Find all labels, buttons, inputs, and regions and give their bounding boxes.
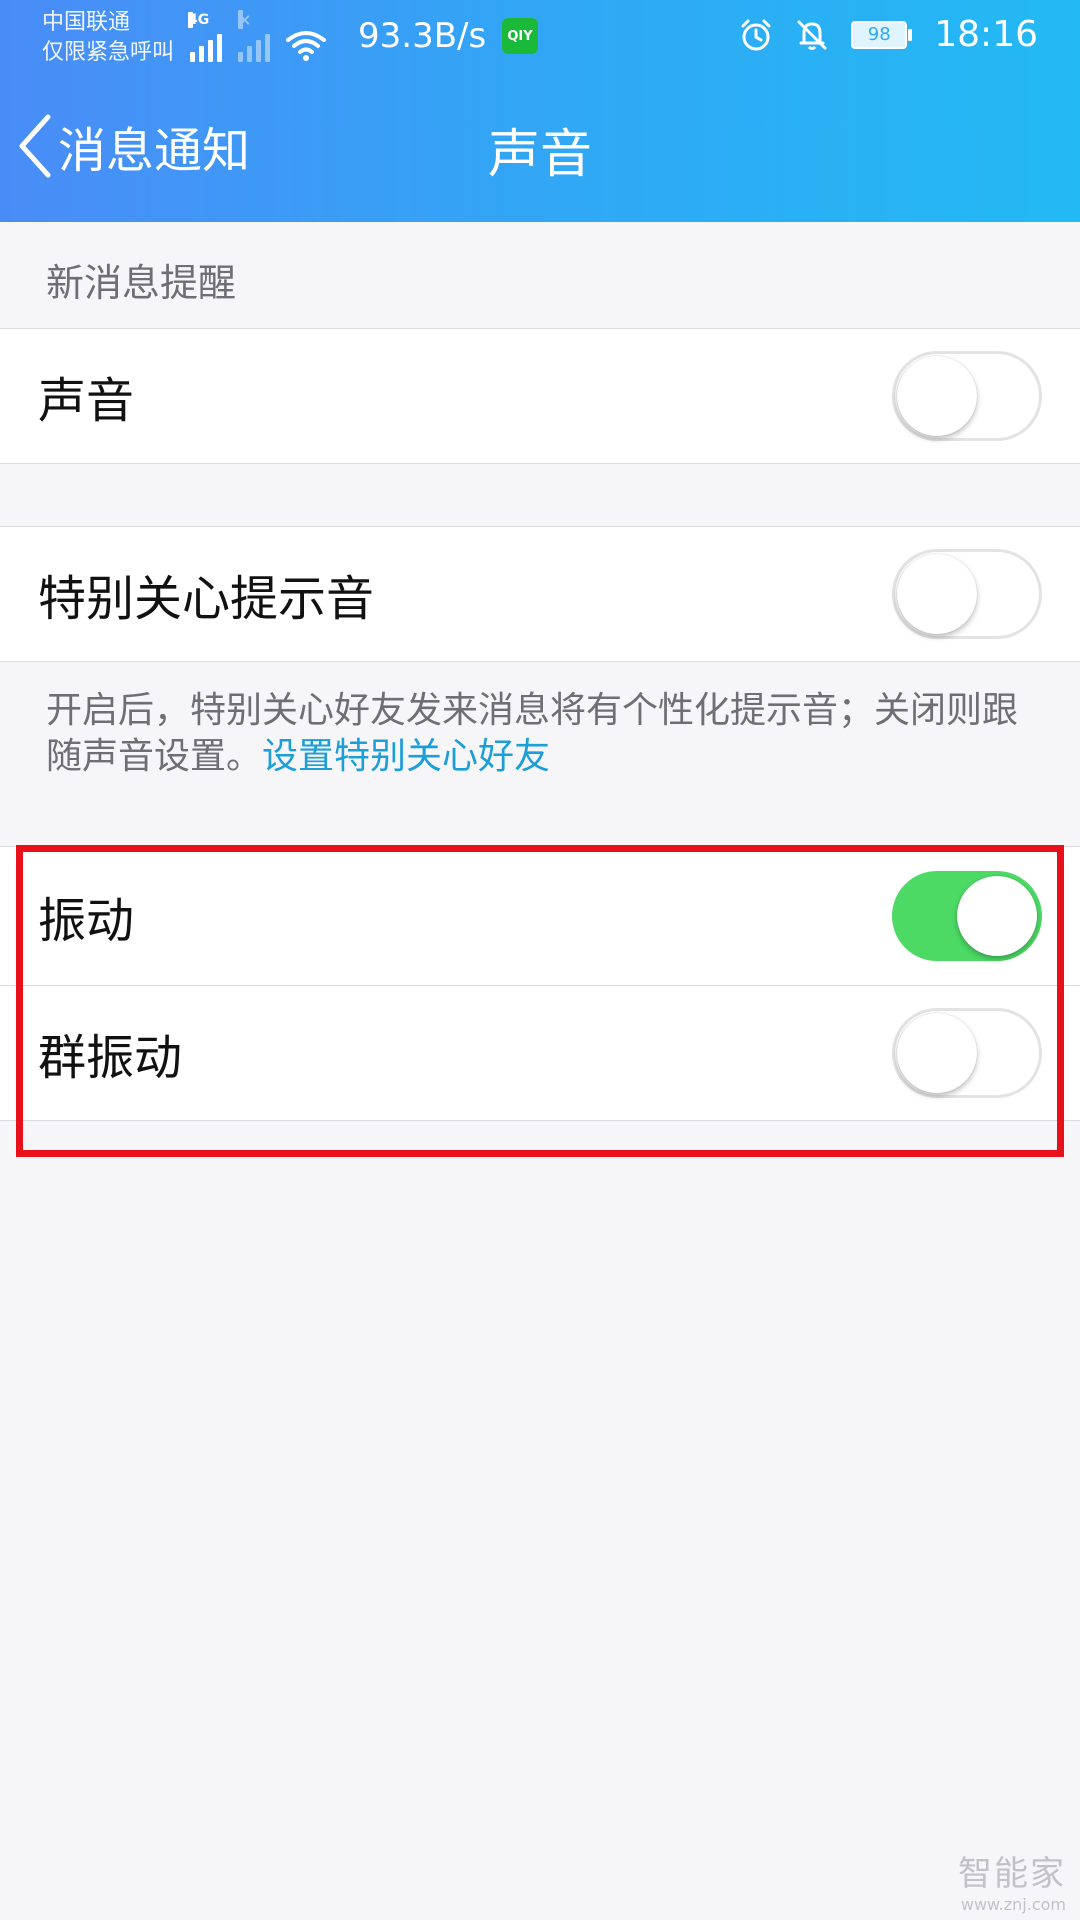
setting-row-group-vibrate: 群振动 xyxy=(0,986,1080,1121)
setting-label: 声音 xyxy=(38,373,135,429)
setting-row-sound: 声音 xyxy=(0,328,1080,464)
network-speed: 93.3B/s xyxy=(358,16,487,56)
special-care-description: 开启后，特别关心好友发来消息将有个性化提示音；关闭则跟随声音设置。设置特别关心好… xyxy=(46,688,1036,780)
cell-signal-icon: 4G xyxy=(188,12,222,62)
page-title: 声音 xyxy=(487,125,592,185)
network-type-label: 4G xyxy=(188,12,210,28)
cell-signal-2-icon: × xyxy=(238,10,270,62)
battery-icon: 98 xyxy=(851,20,913,49)
setting-label: 特别关心提示音 xyxy=(38,571,375,627)
sound-toggle[interactable] xyxy=(892,351,1042,441)
setting-label: 振动 xyxy=(38,893,135,949)
emergency-only-text: 仅限紧急呼叫 xyxy=(42,40,175,65)
wifi-icon xyxy=(286,31,326,61)
signal-indicators: 4G × xyxy=(188,10,326,62)
mute-bell-icon xyxy=(797,20,827,50)
battery-level: 98 xyxy=(851,20,908,49)
watermark: 智能家 www.znj.com xyxy=(958,1846,1066,1914)
iqiyi-app-icon: QIY xyxy=(502,18,538,54)
setting-row-vibrate: 振动 xyxy=(0,846,1080,985)
status-right: 98 18:16 xyxy=(739,14,1038,55)
app-header: 中国联通 仅限紧急呼叫 4G × 93.3B/s QIY 98 18:16 消息… xyxy=(0,0,1080,222)
status-time: 18:16 xyxy=(934,14,1038,55)
setting-row-special-care-tone: 特别关心提示音 xyxy=(0,526,1080,662)
vibrate-toggle[interactable] xyxy=(892,871,1042,961)
carrier-info: 中国联通 仅限紧急呼叫 xyxy=(42,8,174,68)
group-vibrate-toggle[interactable] xyxy=(892,1008,1042,1098)
watermark-main: 智能家 xyxy=(958,1854,1066,1894)
setting-label: 群振动 xyxy=(38,1030,183,1086)
section-header: 新消息提醒 xyxy=(46,261,237,305)
carrier-name: 中国联通 xyxy=(42,10,131,35)
special-care-tone-toggle[interactable] xyxy=(892,549,1042,639)
set-special-care-friends-link[interactable]: 设置特别关心好友 xyxy=(262,736,550,777)
screen: 中国联通 仅限紧急呼叫 4G × 93.3B/s QIY 98 18:16 消息… xyxy=(0,0,1080,1920)
alarm-icon xyxy=(741,19,771,50)
watermark-url: www.znj.com xyxy=(960,1895,1066,1914)
